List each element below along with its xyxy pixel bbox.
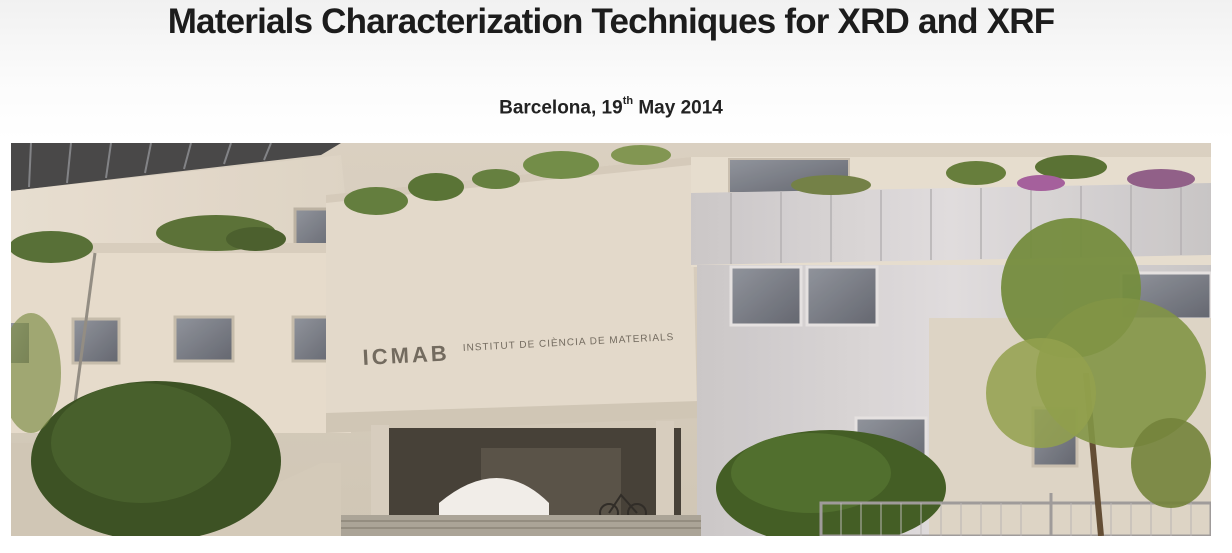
event-location-date: Barcelona, 19 [499,97,623,119]
date-ordinal-suffix: th [622,95,634,107]
event-date-location: Barcelona, 19th May 2014 [0,95,1222,119]
event-month-year: May 2014 [633,97,723,119]
building-photo: ICMAB INSTITUT DE CIÈNCIA DE MATERIALS [11,143,1211,536]
page-title: Materials Characterization Techniques fo… [167,2,1055,41]
building-illustration: ICMAB INSTITUT DE CIÈNCIA DE MATERIALS [11,143,1211,536]
